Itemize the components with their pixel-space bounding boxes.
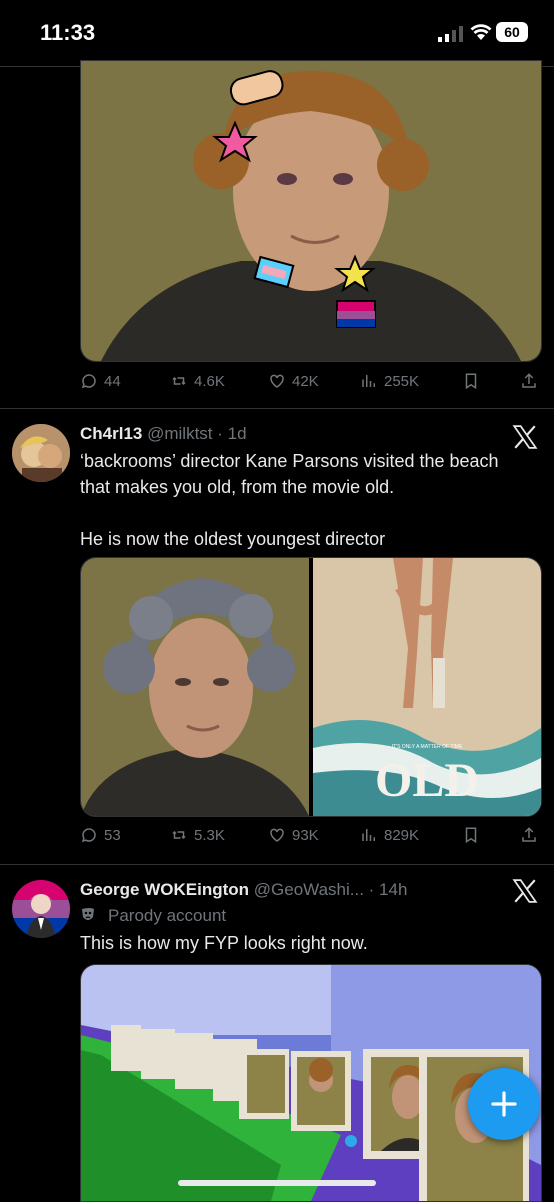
heart-icon	[270, 374, 284, 388]
reply-button[interactable]: 53	[80, 826, 121, 844]
view-count: 255K	[384, 372, 420, 390]
views-button[interactable]: 829K	[360, 826, 419, 844]
share-button[interactable]	[520, 372, 538, 390]
repost-count: 4.6K	[194, 372, 225, 390]
repost-count: 5.3K	[194, 826, 225, 844]
home-indicator[interactable]	[178, 1180, 376, 1186]
like-count: 93K	[292, 826, 319, 844]
repost-icon	[172, 830, 186, 840]
tweet2-actions: 53 5.3K 93K 829K	[80, 826, 540, 850]
heart-icon	[270, 828, 284, 842]
bookmark-icon	[465, 827, 477, 844]
divider	[0, 864, 554, 865]
poster-title: OLD	[375, 754, 479, 807]
x-logo-icon[interactable]	[512, 878, 538, 904]
status-time: 11:33	[40, 20, 96, 45]
aged-portrait-image[interactable]	[81, 558, 309, 816]
like-count: 42K	[292, 372, 319, 390]
views-button[interactable]: 255K	[360, 372, 419, 390]
avatar-image	[12, 424, 70, 482]
avatar-image	[12, 880, 70, 938]
battery-indicator: 60	[496, 22, 528, 42]
reply-icon	[81, 374, 96, 389]
repost-icon	[172, 376, 186, 386]
poster-tagline: IT'S ONLY A MATTER OF TIME	[392, 744, 463, 750]
fyp-collage-image	[81, 965, 541, 1201]
cellular-signal-icon	[438, 26, 463, 42]
theater-masks-icon	[82, 908, 94, 920]
repost-button[interactable]: 4.6K	[170, 372, 225, 390]
share-button[interactable]	[520, 826, 538, 844]
plus-icon	[491, 1091, 517, 1117]
status-bar: 11:33 60	[0, 0, 554, 66]
tweet-text: This is how my FYP looks right now.	[80, 933, 368, 953]
display-name[interactable]: George WOKEington	[80, 880, 249, 899]
handle-and-time[interactable]: @GeoWashi... · 14h	[254, 880, 408, 899]
bookmark-icon	[465, 373, 477, 390]
like-button[interactable]: 93K	[268, 826, 319, 844]
handle-and-time[interactable]: @milktst · 1d	[147, 424, 246, 443]
share-icon	[522, 373, 536, 388]
parody-text: Parody account	[108, 906, 227, 925]
views-icon	[362, 829, 375, 841]
compose-button[interactable]	[468, 1068, 540, 1140]
like-button[interactable]: 42K	[268, 372, 319, 390]
tweet1-actions: 44 4.6K 42K 255K	[80, 372, 540, 396]
display-name[interactable]: Ch4rl13	[80, 424, 142, 443]
tweet2-media: IT'S ONLY A MATTER OF TIME OLD	[80, 557, 542, 817]
share-icon	[522, 827, 536, 842]
view-count: 829K	[384, 826, 420, 844]
bookmark-button[interactable]	[462, 372, 480, 390]
reply-icon	[81, 828, 96, 843]
reply-button[interactable]: 44	[80, 372, 121, 390]
x-logo-icon[interactable]	[512, 424, 538, 450]
tweet3-image[interactable]	[80, 964, 542, 1202]
divider	[0, 408, 554, 409]
parody-label: Parody account	[80, 906, 226, 926]
avatar[interactable]	[12, 424, 70, 482]
author-line: George WOKEington @GeoWashi... · 14h	[80, 880, 407, 900]
reply-count: 53	[104, 826, 121, 844]
bookmark-button[interactable]	[462, 826, 480, 844]
portrait-photo	[81, 61, 541, 361]
reply-count: 44	[104, 372, 121, 390]
author-line: Ch4rl13 @milktst · 1d	[80, 424, 247, 444]
avatar[interactable]	[12, 880, 70, 938]
tweet-text: ‘backrooms’ director Kane Parsons visite…	[80, 451, 499, 549]
old-movie-poster-image[interactable]: IT'S ONLY A MATTER OF TIME OLD	[313, 558, 541, 816]
wifi-icon	[470, 24, 492, 40]
views-icon	[362, 375, 375, 387]
repost-button[interactable]: 5.3K	[170, 826, 225, 844]
tweet1-image[interactable]	[80, 60, 542, 362]
